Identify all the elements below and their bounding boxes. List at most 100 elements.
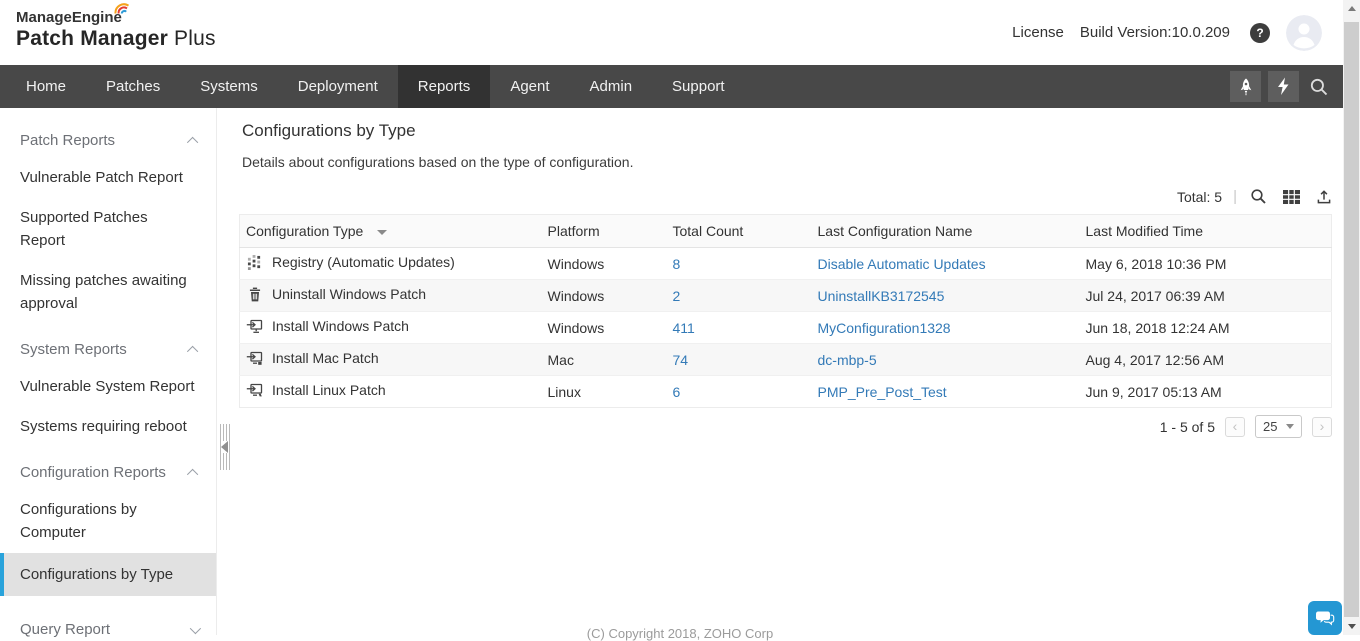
table-row: Install Linux Patch Linux 6 PMP_Pre_Post…: [240, 376, 1332, 408]
total-count-link[interactable]: 74: [673, 352, 689, 368]
last-modified-time: May 6, 2018 10:36 PM: [1086, 248, 1332, 280]
search-icon[interactable]: [1250, 188, 1267, 205]
nav-item-systems[interactable]: Systems: [180, 65, 278, 108]
last-configuration-link[interactable]: Disable Automatic Updates: [818, 256, 986, 272]
scrollbar-thumb[interactable]: [1344, 22, 1359, 617]
nav-item-reports[interactable]: Reports: [398, 65, 491, 108]
last-modified-time: Jun 18, 2018 12:24 AM: [1086, 312, 1332, 344]
nav-item-home[interactable]: Home: [6, 65, 86, 108]
sidebar-item-missing-patches-awaiting-approval[interactable]: Missing patches awaiting approval: [20, 269, 196, 315]
table-view-icon[interactable]: [1283, 190, 1300, 204]
total-count-link[interactable]: 2: [673, 288, 681, 304]
install-linux-icon: [246, 383, 263, 401]
nav-item-patches[interactable]: Patches: [86, 65, 180, 108]
sidebar-item-vulnerable-patch-report[interactable]: Vulnerable Patch Report: [20, 166, 196, 189]
export-icon[interactable]: [1316, 189, 1332, 205]
table-row: Install Mac Patch Mac 74 dc-mbp-5 Aug 4,…: [240, 344, 1332, 376]
configuration-type: Install Linux Patch: [272, 382, 386, 398]
license-link[interactable]: License: [1012, 24, 1064, 41]
last-configuration-link[interactable]: MyConfiguration1328: [818, 320, 951, 336]
platform: Windows: [548, 248, 673, 280]
configuration-type: Uninstall Windows Patch: [272, 286, 426, 302]
chevron-up-icon: [187, 468, 198, 479]
sidebar-item-configurations-by-computer[interactable]: Configurations by Computer: [20, 498, 196, 544]
configuration-type: Install Windows Patch: [272, 318, 409, 334]
configuration-type: Registry (Automatic Updates): [272, 254, 455, 270]
column-header-configuration-type[interactable]: Configuration Type: [240, 215, 548, 248]
report-content: Configurations by Type Details about con…: [217, 108, 1360, 635]
brand-text: ManageEngine: [16, 9, 122, 26]
live-chat-button[interactable]: [1308, 601, 1342, 635]
platform: Linux: [548, 376, 673, 408]
nav-item-admin[interactable]: Admin: [570, 65, 653, 108]
table-header-row: Configuration Type Platform Total Count …: [240, 215, 1332, 248]
previous-page-button[interactable]: ‹: [1225, 417, 1245, 437]
chevron-up-icon: [187, 136, 198, 147]
build-version-label: Build Version:10.0.209: [1080, 24, 1230, 41]
brand-swoosh-icon: [114, 2, 132, 19]
vertical-scrollbar[interactable]: [1343, 0, 1360, 635]
sidebar-item-vulnerable-system-report[interactable]: Vulnerable System Report: [20, 375, 196, 398]
user-avatar[interactable]: [1286, 15, 1322, 51]
last-modified-time: Aug 4, 2017 12:56 AM: [1086, 344, 1332, 376]
total-count-link[interactable]: 8: [673, 256, 681, 272]
brand-name: ManageEngine: [16, 9, 122, 26]
page-description: Details about configurations based on th…: [242, 154, 1332, 170]
total-count-link[interactable]: 411: [673, 320, 695, 336]
chevron-up-icon: [187, 345, 198, 356]
sidebar-item-supported-patches-report[interactable]: Supported Patches Report: [20, 206, 196, 252]
whats-new-rocket-icon[interactable]: [1230, 71, 1261, 102]
configuration-type: Install Mac Patch: [272, 350, 379, 366]
page-title: Configurations by Type: [242, 121, 1332, 141]
last-configuration-link[interactable]: UninstallKB3172545: [818, 288, 945, 304]
last-modified-time: Jul 24, 2017 06:39 AM: [1086, 280, 1332, 312]
pagination-range-label: 1 - 5 of 5: [1160, 419, 1215, 435]
pagination-bar: 1 - 5 of 5 ‹ 25 ›: [239, 415, 1332, 438]
scroll-down-arrow-icon[interactable]: [1343, 618, 1360, 635]
global-search-icon[interactable]: [1309, 77, 1329, 97]
platform: Mac: [548, 344, 673, 376]
quick-actions-lightning-icon[interactable]: [1268, 71, 1299, 102]
registry-icon: [246, 255, 263, 273]
install-mac-icon: [246, 351, 263, 369]
top-header: ManageEngine Patch Manager Plus License …: [0, 0, 1360, 65]
sidebar-section-configuration-reports[interactable]: Configuration Reports: [20, 464, 198, 481]
sidebar-item-systems-requiring-reboot[interactable]: Systems requiring reboot: [20, 415, 196, 438]
copyright-notice: (C) Copyright 2018, ZOHO Corp: [0, 626, 1360, 641]
sidebar-item-configurations-by-type[interactable]: Configurations by Type: [0, 553, 216, 596]
nav-item-support[interactable]: Support: [652, 65, 745, 108]
sidebar-section-system-reports[interactable]: System Reports: [20, 341, 198, 358]
column-header-last-configuration-name: Last Configuration Name: [818, 215, 1086, 248]
table-row: Uninstall Windows Patch Windows 2 Uninst…: [240, 280, 1332, 312]
trash-icon: [246, 287, 263, 305]
next-page-button[interactable]: ›: [1312, 417, 1332, 437]
configurations-table: Configuration Type Platform Total Count …: [239, 214, 1332, 408]
last-configuration-link[interactable]: PMP_Pre_Post_Test: [818, 384, 947, 400]
chevron-down-icon: [1286, 424, 1294, 429]
table-row: Registry (Automatic Updates) Windows 8 D…: [240, 248, 1332, 280]
sidebar-section-patch-reports[interactable]: Patch Reports: [20, 132, 198, 149]
help-icon[interactable]: ?: [1250, 23, 1270, 43]
table-row: Install Windows Patch Windows 411 MyConf…: [240, 312, 1332, 344]
platform: Windows: [548, 280, 673, 312]
product-name: Patch Manager Plus: [16, 27, 216, 51]
column-header-last-modified-time: Last Modified Time: [1086, 215, 1332, 248]
reports-sidebar: Patch Reports Vulnerable Patch Report Su…: [0, 108, 217, 635]
platform: Windows: [548, 312, 673, 344]
scroll-up-arrow-icon[interactable]: [1343, 0, 1360, 17]
total-count-link[interactable]: 6: [673, 384, 681, 400]
toolbar-divider: |: [1233, 188, 1237, 205]
nav-item-agent[interactable]: Agent: [490, 65, 569, 108]
column-header-platform: Platform: [548, 215, 673, 248]
table-toolbar: Total: 5 |: [239, 188, 1332, 205]
app-logo: ManageEngine Patch Manager Plus: [16, 9, 216, 52]
last-modified-time: Jun 9, 2017 05:13 AM: [1086, 376, 1332, 408]
column-header-total-count: Total Count: [673, 215, 818, 248]
last-configuration-link[interactable]: dc-mbp-5: [818, 352, 877, 368]
install-windows-icon: [246, 319, 263, 337]
page-size-dropdown[interactable]: 25: [1255, 415, 1302, 438]
main-navigation: Home Patches Systems Deployment Reports …: [0, 65, 1343, 108]
nav-item-deployment[interactable]: Deployment: [278, 65, 398, 108]
sidebar-collapse-handle[interactable]: [220, 424, 230, 470]
total-count-label: Total: 5: [1177, 189, 1222, 205]
